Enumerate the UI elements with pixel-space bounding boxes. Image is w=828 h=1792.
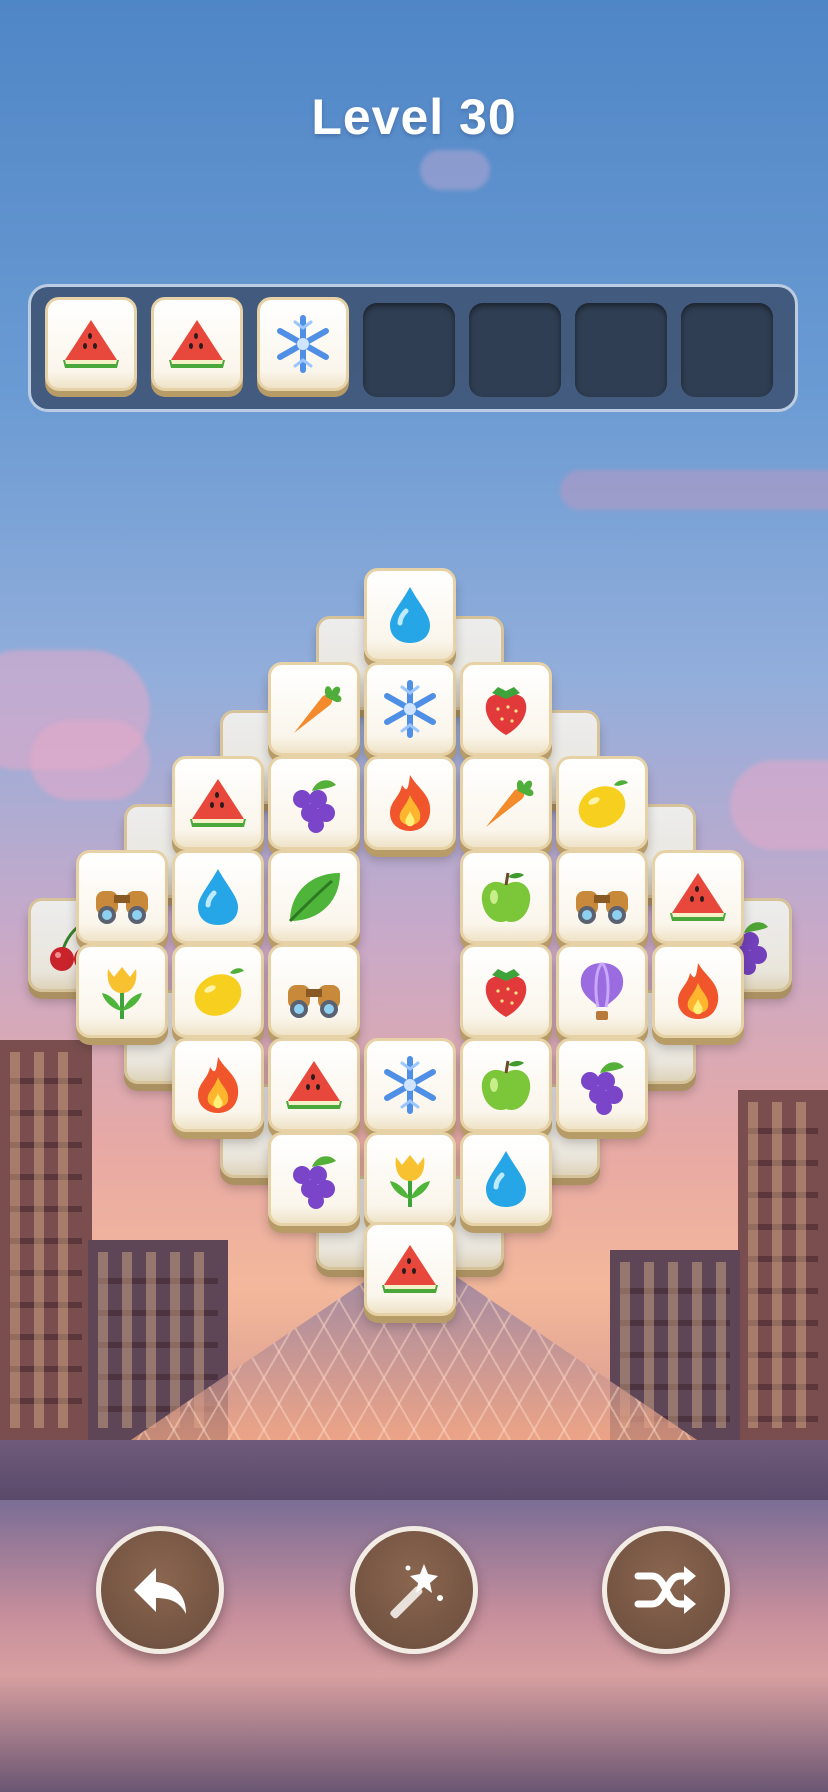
tile-lemon[interactable] bbox=[556, 756, 648, 850]
shuffle-icon bbox=[634, 1566, 696, 1614]
tulip-icon bbox=[390, 1155, 430, 1207]
snowflake-icon bbox=[384, 680, 436, 738]
hint-button[interactable] bbox=[350, 1526, 478, 1654]
tile-tulip[interactable] bbox=[76, 944, 168, 1038]
undo-arrow-icon bbox=[134, 1568, 186, 1614]
carrot-icon bbox=[486, 780, 534, 827]
fire-icon bbox=[198, 1057, 239, 1113]
magic-wand-icon bbox=[390, 1564, 443, 1619]
watermelon-icon bbox=[670, 873, 726, 921]
tile-snowflake[interactable] bbox=[364, 662, 456, 756]
tile-fire[interactable] bbox=[172, 1038, 264, 1132]
tile-watermelon[interactable] bbox=[268, 1038, 360, 1132]
binoculars-icon bbox=[288, 985, 340, 1018]
hot-air-balloon-icon bbox=[580, 961, 624, 1020]
watermelon-icon bbox=[190, 779, 246, 827]
grapes-icon bbox=[293, 1156, 336, 1209]
tile-water-drop[interactable] bbox=[364, 568, 456, 662]
tile-board bbox=[0, 0, 828, 1792]
water-drop-icon bbox=[486, 1151, 526, 1207]
tile-strawberry[interactable] bbox=[460, 944, 552, 1038]
tile-binoculars[interactable] bbox=[76, 850, 168, 944]
tile-binoculars[interactable] bbox=[268, 944, 360, 1038]
grapes-icon bbox=[293, 780, 336, 833]
tile-apple[interactable] bbox=[460, 850, 552, 944]
tile-strawberry[interactable] bbox=[460, 662, 552, 756]
tile-grapes[interactable] bbox=[556, 1038, 648, 1132]
lemon-icon bbox=[194, 968, 244, 1016]
apple-icon bbox=[481, 1060, 531, 1111]
tulip-icon bbox=[102, 967, 142, 1019]
tile-grapes[interactable] bbox=[268, 1132, 360, 1226]
tile-watermelon[interactable] bbox=[364, 1222, 456, 1316]
water-drop-icon bbox=[198, 869, 238, 925]
tile-watermelon[interactable] bbox=[652, 850, 744, 944]
tile-water-drop[interactable] bbox=[460, 1132, 552, 1226]
tile-hot-air-balloon[interactable] bbox=[556, 944, 648, 1038]
lemon-icon bbox=[578, 780, 628, 828]
strawberry-icon bbox=[485, 687, 527, 735]
carrot-icon bbox=[294, 686, 342, 733]
tile-carrot[interactable] bbox=[268, 662, 360, 756]
tile-leaf[interactable] bbox=[268, 850, 360, 944]
tile-apple[interactable] bbox=[460, 1038, 552, 1132]
tile-water-drop[interactable] bbox=[172, 850, 264, 944]
tile-snowflake[interactable] bbox=[364, 1038, 456, 1132]
tile-lemon[interactable] bbox=[172, 944, 264, 1038]
watermelon-icon bbox=[382, 1245, 438, 1293]
fire-icon bbox=[678, 963, 719, 1019]
snowflake-icon bbox=[384, 1056, 436, 1114]
strawberry-icon bbox=[485, 969, 527, 1017]
leaf-icon bbox=[288, 873, 340, 923]
binoculars-icon bbox=[96, 891, 148, 924]
fire-icon bbox=[390, 775, 431, 831]
tile-binoculars[interactable] bbox=[556, 850, 648, 944]
watermelon-icon bbox=[286, 1061, 342, 1109]
tile-fire[interactable] bbox=[364, 756, 456, 850]
water-drop-icon bbox=[390, 587, 430, 643]
tile-grapes[interactable] bbox=[268, 756, 360, 850]
tile-carrot[interactable] bbox=[460, 756, 552, 850]
shuffle-button[interactable] bbox=[602, 1526, 730, 1654]
apple-icon bbox=[481, 872, 531, 923]
grapes-icon bbox=[581, 1062, 624, 1115]
binoculars-icon bbox=[576, 891, 628, 924]
tile-tulip[interactable] bbox=[364, 1132, 456, 1226]
tile-watermelon[interactable] bbox=[172, 756, 264, 850]
undo-button[interactable] bbox=[96, 1526, 224, 1654]
tile-fire[interactable] bbox=[652, 944, 744, 1038]
